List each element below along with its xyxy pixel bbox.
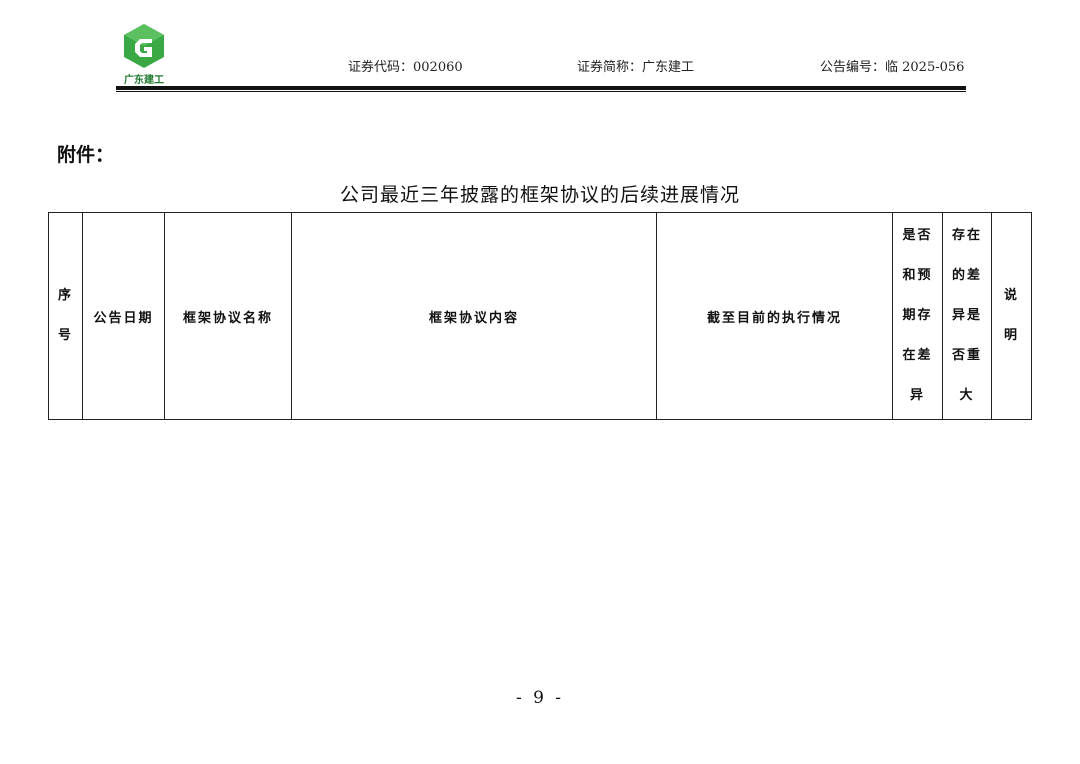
header-major-line: 大 (959, 388, 975, 403)
page-number: - 9 - (515, 688, 565, 708)
header-diff-line: 在差 (902, 348, 933, 363)
header-date: 公告日期 (82, 212, 165, 420)
header-major-line: 否重 (951, 348, 982, 363)
company-logo: 广东建工 (118, 22, 170, 86)
header-major-line: 的差 (951, 268, 982, 283)
announcement-number: 公告编号：临 2025-056 (820, 60, 965, 75)
header-note: 说 明 (991, 212, 1032, 420)
header-diff-line: 是否 (902, 228, 933, 243)
header-note-line: 明 (1003, 328, 1019, 343)
header-seq-line: 号 (57, 328, 73, 343)
stock-abbreviation: 证券简称：广东建工 (577, 60, 695, 75)
table-title: 公司最近三年披露的框架协议的后续进展情况 (339, 184, 740, 206)
header-name: 框架协议名称 (164, 212, 292, 420)
header-seq: 序 号 (48, 212, 83, 420)
header-diff: 是否 和预 期存 在差 异 (892, 212, 943, 420)
header-diff-line: 和预 (902, 268, 933, 283)
header-major: 存在 的差 异是 否重 大 (942, 212, 992, 420)
header-note-line: 说 (1003, 288, 1019, 303)
header-rule-thick (116, 86, 966, 90)
header-rule-thin (116, 91, 966, 92)
logo-text: 广东建工 (124, 75, 164, 86)
logo-g-icon (124, 24, 164, 68)
framework-agreement-table: 序 号 公告日期 框架协议名称 框架协议内容 截至目前的执行情况 是否 和预 期… (48, 212, 1032, 420)
header-progress: 截至目前的执行情况 (656, 212, 893, 420)
header-seq-line: 序 (57, 288, 73, 303)
table-header-row: 序 号 公告日期 框架协议名称 框架协议内容 截至目前的执行情况 是否 和预 期… (48, 212, 1032, 420)
header-major-line: 异是 (951, 308, 982, 323)
stock-code: 证券代码：002060 (348, 60, 463, 75)
attachment-label: 附件： (57, 144, 115, 166)
header-content: 框架协议内容 (291, 212, 657, 420)
header-major-line: 存在 (951, 228, 982, 243)
header-diff-line: 期存 (902, 308, 933, 323)
header-diff-line: 异 (909, 388, 925, 403)
